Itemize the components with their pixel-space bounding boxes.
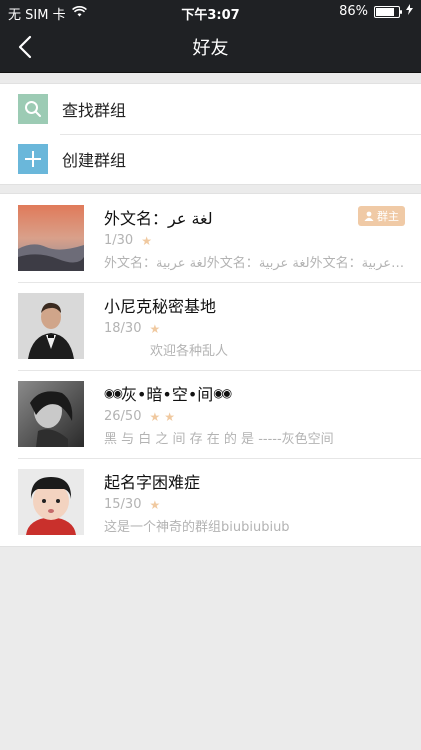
member-count: 15/30 — [104, 497, 142, 512]
battery-percent: 86% — [339, 4, 368, 19]
group-avatar-child — [18, 469, 84, 535]
find-group-label: 查找群组 — [62, 101, 127, 120]
group-name: 起名字困难症 — [104, 473, 201, 492]
member-count: 18/30 — [104, 321, 142, 336]
create-group-label: 创建群组 — [62, 151, 127, 170]
person-icon — [364, 211, 374, 221]
group-description: 欢迎各种乱人 — [150, 344, 229, 359]
group-actions: 查找群组 创建群组 — [0, 83, 421, 185]
group-row[interactable]: 外文名：لغة عر 1/30 ★ 外文名：لغة عربية外文名：لغة ع… — [0, 194, 421, 282]
group-name: ◉◉ 灰•暗•空•间 ◉◉ — [104, 385, 232, 404]
group-row[interactable]: 小尼克秘密基地 18/30 ★ 欢迎各种乱人 — [0, 282, 421, 370]
star-icon: ★ — [149, 497, 165, 512]
star-icon: ★★ — [149, 409, 179, 424]
member-count: 1/30 — [104, 233, 134, 248]
find-group-button[interactable]: 查找群组 — [0, 84, 421, 134]
group-avatar-portrait — [18, 381, 84, 447]
eyes-emoji-icon: ◉◉ — [104, 386, 123, 400]
star-icon: ★ — [149, 321, 165, 336]
plus-icon — [18, 144, 48, 174]
charging-icon — [406, 4, 413, 19]
nav-bar: 好友 — [0, 22, 421, 73]
status-bar: 无 SIM 卡 下午3:07 86% — [0, 0, 421, 23]
member-count: 26/50 — [104, 409, 142, 424]
group-list: 外文名：لغة عر 1/30 ★ 外文名：لغة عربية外文名：لغة ع… — [0, 193, 421, 547]
owner-badge: 群主 — [358, 206, 405, 226]
create-group-button[interactable]: 创建群组 — [0, 134, 421, 184]
group-avatar-portrait — [18, 293, 84, 359]
group-name: 小尼克秘密基地 — [104, 297, 217, 316]
group-row[interactable]: 起名字困难症 15/30 ★ 这是一个神奇的群组biubiubiub — [0, 458, 421, 546]
battery-icon — [374, 5, 402, 18]
group-description: 这是一个神奇的群组biubiubiub — [104, 520, 290, 535]
group-description: 外文名：لغة عربية外文名：لغة عربية外文名：لغة عربية — [104, 256, 405, 271]
group-description: 黑 与 白 之 间 存 在 的 是 -----灰色空间 — [104, 432, 334, 447]
search-icon — [18, 94, 48, 124]
eyes-emoji-icon: ◉◉ — [213, 386, 232, 400]
page-title: 好友 — [192, 38, 229, 59]
group-avatar-landscape — [18, 205, 84, 271]
owner-badge-label: 群主 — [377, 210, 399, 223]
group-row[interactable]: ◉◉ 灰•暗•空•间 ◉◉ 26/50 ★★ 黑 与 白 之 间 存 在 的 是… — [0, 370, 421, 458]
star-icon: ★ — [141, 233, 156, 248]
